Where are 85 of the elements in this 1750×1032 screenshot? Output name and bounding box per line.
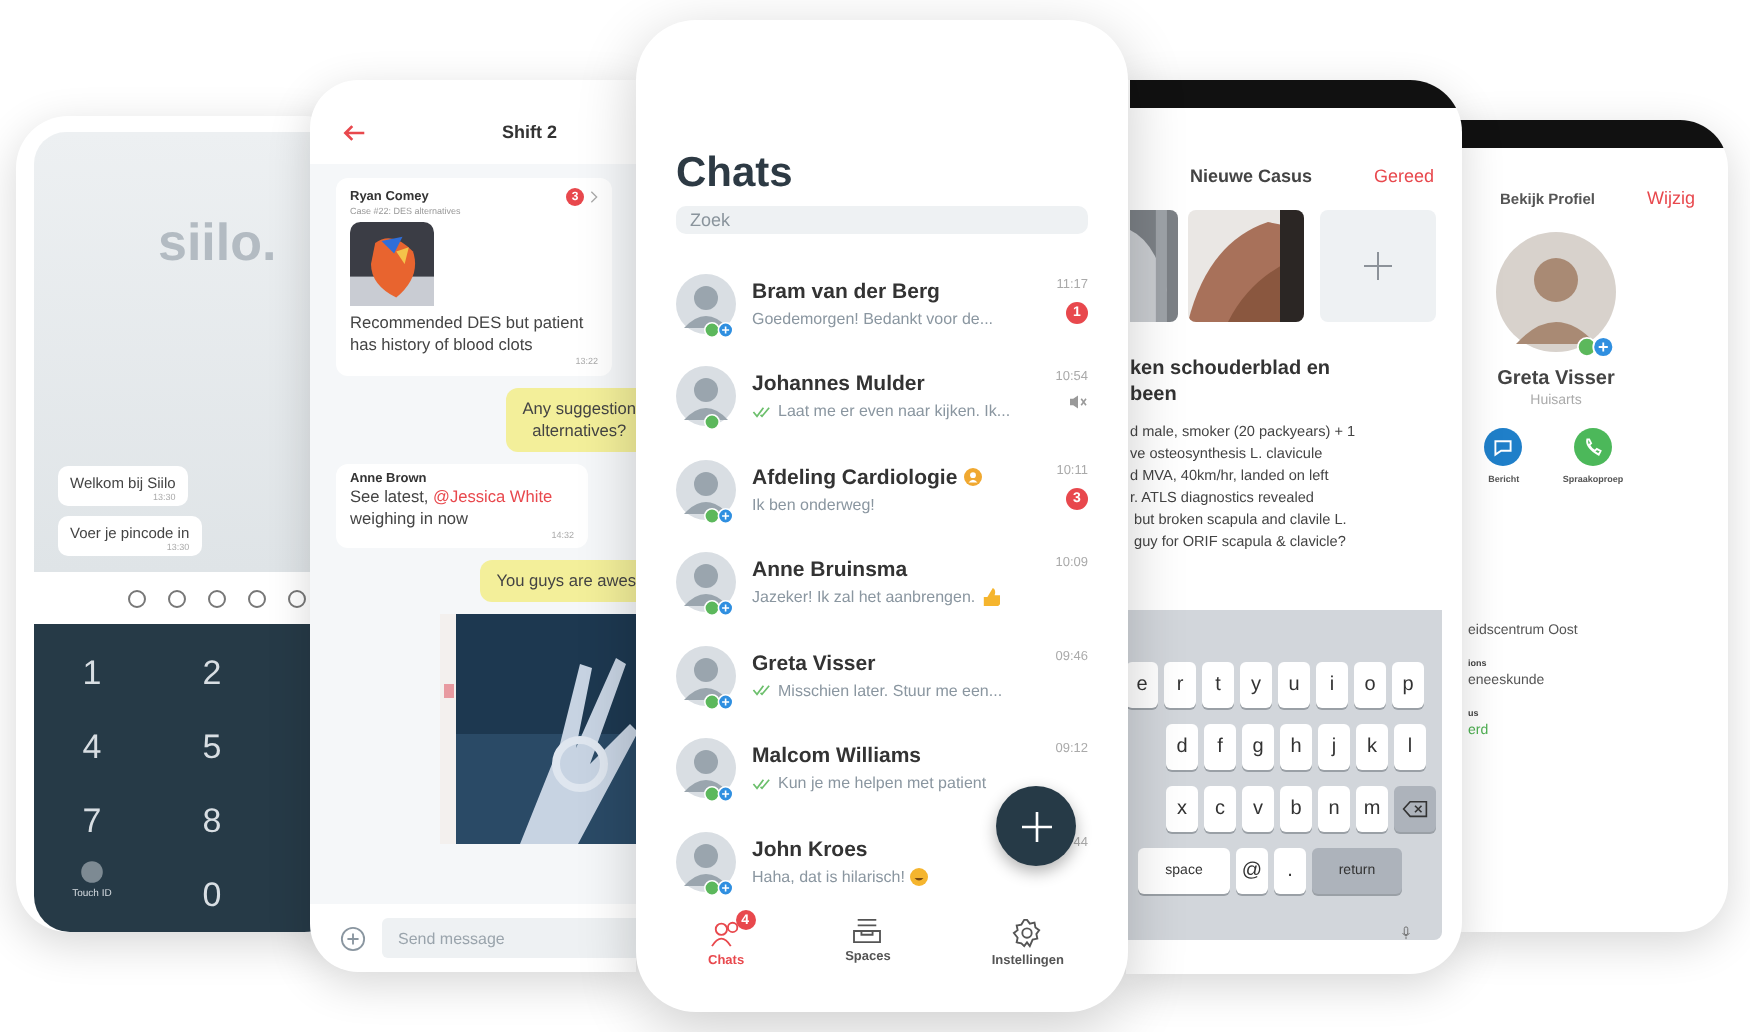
thumbs-up-icon [981, 588, 1000, 607]
contact-name: Bram van der Berg [752, 279, 940, 304]
fingerprint-icon [80, 860, 104, 884]
message-text: See latest, @Jessica White weighing in now [350, 486, 555, 530]
avatar [676, 738, 736, 799]
message-text: You guys are awes [496, 570, 636, 592]
avatar [676, 459, 736, 520]
message-preview: Haha, dat is hilarisch! [752, 867, 905, 886]
keyboard-key[interactable]: o [1354, 662, 1386, 708]
keyboard-key[interactable]: y [1240, 662, 1272, 708]
keyboard-key[interactable]: v [1242, 786, 1274, 832]
avatar [676, 645, 736, 706]
chat-title: Shift 2 [502, 122, 558, 142]
message-preview: Ik ben onderweg! [752, 495, 875, 514]
avatar [676, 552, 736, 613]
digit-key[interactable]: 4 [48, 706, 136, 780]
keyboard-key[interactable]: h [1280, 724, 1312, 770]
digit-key[interactable]: 1 [48, 632, 136, 706]
case-heading: ken schouderblad en been [1130, 356, 1333, 408]
status-badge-icon [1576, 336, 1616, 358]
add-icon[interactable] [340, 925, 366, 951]
mention-link[interactable]: @Jessica White [433, 486, 553, 506]
keyboard-key[interactable]: . [1274, 848, 1306, 894]
keyboard-key[interactable]: x [1166, 786, 1198, 832]
keyboard-key[interactable]: p [1392, 662, 1424, 708]
screen-title: Nieuwe Casus [1190, 166, 1313, 186]
plus-icon [1021, 811, 1051, 841]
avatar [676, 366, 736, 427]
app-logo: siilo. [158, 212, 277, 274]
keyboard-key[interactable]: b [1280, 786, 1312, 832]
phone-icon [1573, 428, 1612, 466]
message-text: Recommended DES but patient has history of blood clots [350, 312, 586, 356]
keyboard-key[interactable]: c [1204, 786, 1236, 832]
tray-icon [852, 918, 883, 944]
contact-name: Afdeling Cardiologie [752, 465, 958, 490]
message-preview: Laat me er even naar kijken. Ik... [778, 402, 1011, 421]
contact-name: Johannes Mulder [752, 372, 925, 397]
keyboard-key[interactable]: g [1242, 724, 1274, 770]
settings-icon [1012, 918, 1043, 948]
contact-name: Anne Bruinsma [752, 558, 908, 583]
keyboard-key[interactable]: m [1356, 786, 1388, 832]
digit-key[interactable]: 5 [168, 706, 256, 780]
keyboard-key[interactable]: j [1318, 724, 1350, 770]
plus-icon [1364, 252, 1392, 280]
chat-bubble-icon [1484, 428, 1523, 466]
message-preview: Jazeker! Ik zal het aanbrengen. [752, 588, 976, 607]
keyboard-key[interactable]: e [1126, 662, 1158, 708]
keyboard-key[interactable]: u [1278, 662, 1310, 708]
keyboard-key[interactable]: l [1394, 724, 1426, 770]
message-preview: Misschien later. Stuur me een... [778, 681, 1003, 700]
contact-name: Greta Visser [752, 651, 876, 676]
edit-link[interactable]: Wijzig [1647, 188, 1696, 208]
keyboard-key[interactable]: k [1356, 724, 1388, 770]
digit-key[interactable]: 7 [48, 780, 136, 854]
done-link[interactable]: Gereed [1373, 166, 1434, 186]
digit-key[interactable]: 0 [168, 854, 256, 928]
keyboard-key[interactable]: n [1318, 786, 1350, 832]
chevron-icon [590, 190, 598, 204]
keyboard-key[interactable]: f [1204, 724, 1236, 770]
message-text: Any suggestion alternatives? [522, 398, 636, 442]
message-preview: Kun je me helpen met patient [778, 774, 987, 793]
digit-key[interactable]: 8 [168, 780, 256, 854]
contact-name: John Kroes [752, 837, 868, 862]
people-icon [709, 918, 744, 948]
digit-key[interactable]: 2 [168, 632, 256, 706]
avatar [676, 273, 736, 334]
smiley-icon [910, 867, 929, 886]
screen-title: Chats [676, 150, 793, 198]
backspace-key[interactable] [1394, 786, 1436, 832]
profile-name: Greta Visser [1497, 368, 1615, 390]
back-arrow-icon[interactable] [342, 123, 366, 141]
message-preview: Goedemorgen! Bedankt voor de... [752, 309, 994, 328]
search-field[interactable]: Zoek [676, 206, 1088, 233]
keyboard-key[interactable]: r [1164, 662, 1196, 708]
message-field[interactable]: Send message [382, 918, 636, 958]
new-chat-button[interactable] [996, 786, 1076, 866]
keyboard-key[interactable]: t [1202, 662, 1234, 708]
keyboard-key[interactable]: i [1316, 662, 1348, 708]
avatar [676, 831, 736, 892]
microphone-icon[interactable] [1398, 926, 1414, 940]
avatar [1496, 232, 1616, 352]
keyboard-key[interactable]: @ [1236, 848, 1268, 894]
backspace-icon [1402, 800, 1428, 818]
contact-name: Malcom Williams [752, 744, 922, 769]
keyboard-key[interactable]: d [1166, 724, 1198, 770]
